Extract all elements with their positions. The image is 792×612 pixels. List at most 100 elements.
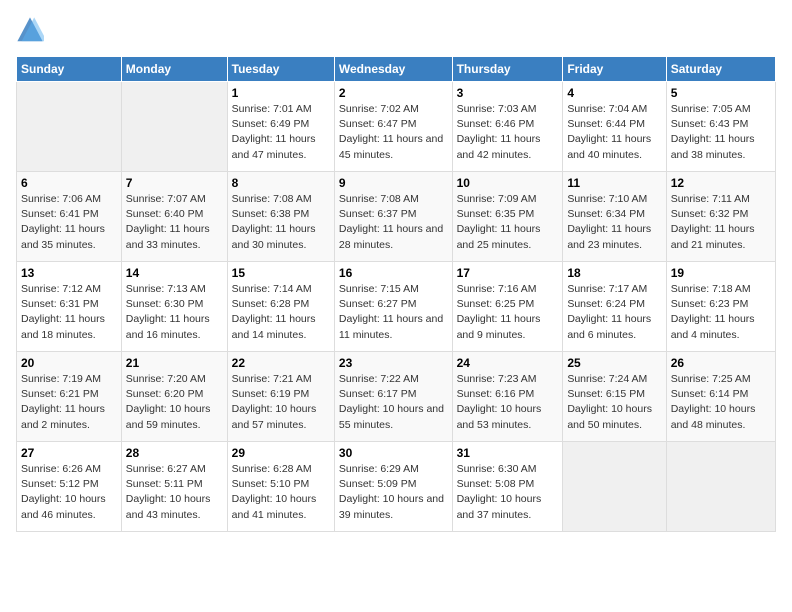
day-number: 28: [126, 446, 223, 460]
calendar-cell: 19 Sunrise: 7:18 AM Sunset: 6:23 PM Dayl…: [666, 262, 775, 352]
day-info: Sunrise: 7:21 AM Sunset: 6:19 PM Dayligh…: [232, 372, 330, 433]
week-row-2: 6 Sunrise: 7:06 AM Sunset: 6:41 PM Dayli…: [17, 172, 776, 262]
day-number: 7: [126, 176, 223, 190]
calendar-cell: 16 Sunrise: 7:15 AM Sunset: 6:27 PM Dayl…: [334, 262, 452, 352]
day-info: Sunrise: 7:02 AM Sunset: 6:47 PM Dayligh…: [339, 102, 448, 163]
calendar-cell: 22 Sunrise: 7:21 AM Sunset: 6:19 PM Dayl…: [227, 352, 334, 442]
day-info: Sunrise: 6:30 AM Sunset: 5:08 PM Dayligh…: [457, 462, 559, 523]
day-header-saturday: Saturday: [666, 57, 775, 82]
day-number: 31: [457, 446, 559, 460]
day-number: 29: [232, 446, 330, 460]
day-header-tuesday: Tuesday: [227, 57, 334, 82]
day-number: 27: [21, 446, 117, 460]
day-info: Sunrise: 7:08 AM Sunset: 6:37 PM Dayligh…: [339, 192, 448, 253]
day-number: 16: [339, 266, 448, 280]
day-info: Sunrise: 7:23 AM Sunset: 6:16 PM Dayligh…: [457, 372, 559, 433]
day-info: Sunrise: 7:13 AM Sunset: 6:30 PM Dayligh…: [126, 282, 223, 343]
calendar-cell: 17 Sunrise: 7:16 AM Sunset: 6:25 PM Dayl…: [452, 262, 563, 352]
week-row-3: 13 Sunrise: 7:12 AM Sunset: 6:31 PM Dayl…: [17, 262, 776, 352]
day-number: 14: [126, 266, 223, 280]
day-number: 5: [671, 86, 771, 100]
day-number: 22: [232, 356, 330, 370]
day-number: 9: [339, 176, 448, 190]
day-number: 15: [232, 266, 330, 280]
day-info: Sunrise: 7:01 AM Sunset: 6:49 PM Dayligh…: [232, 102, 330, 163]
day-info: Sunrise: 7:03 AM Sunset: 6:46 PM Dayligh…: [457, 102, 559, 163]
day-number: 26: [671, 356, 771, 370]
calendar-cell: 9 Sunrise: 7:08 AM Sunset: 6:37 PM Dayli…: [334, 172, 452, 262]
calendar-cell: 10 Sunrise: 7:09 AM Sunset: 6:35 PM Dayl…: [452, 172, 563, 262]
day-info: Sunrise: 7:22 AM Sunset: 6:17 PM Dayligh…: [339, 372, 448, 433]
day-info: Sunrise: 7:04 AM Sunset: 6:44 PM Dayligh…: [567, 102, 661, 163]
day-info: Sunrise: 7:20 AM Sunset: 6:20 PM Dayligh…: [126, 372, 223, 433]
calendar-cell: 2 Sunrise: 7:02 AM Sunset: 6:47 PM Dayli…: [334, 82, 452, 172]
calendar-cell: [666, 442, 775, 532]
day-info: Sunrise: 7:08 AM Sunset: 6:38 PM Dayligh…: [232, 192, 330, 253]
logo-icon: [16, 16, 44, 44]
day-info: Sunrise: 7:25 AM Sunset: 6:14 PM Dayligh…: [671, 372, 771, 433]
calendar-cell: 27 Sunrise: 6:26 AM Sunset: 5:12 PM Dayl…: [17, 442, 122, 532]
calendar-cell: 30 Sunrise: 6:29 AM Sunset: 5:09 PM Dayl…: [334, 442, 452, 532]
calendar-table: SundayMondayTuesdayWednesdayThursdayFrid…: [16, 56, 776, 532]
calendar-cell: 26 Sunrise: 7:25 AM Sunset: 6:14 PM Dayl…: [666, 352, 775, 442]
calendar-cell: 28 Sunrise: 6:27 AM Sunset: 5:11 PM Dayl…: [121, 442, 227, 532]
day-number: 17: [457, 266, 559, 280]
calendar-cell: [121, 82, 227, 172]
day-number: 13: [21, 266, 117, 280]
calendar-cell: 11 Sunrise: 7:10 AM Sunset: 6:34 PM Dayl…: [563, 172, 666, 262]
day-info: Sunrise: 7:05 AM Sunset: 6:43 PM Dayligh…: [671, 102, 771, 163]
day-number: 12: [671, 176, 771, 190]
day-number: 18: [567, 266, 661, 280]
calendar-cell: [563, 442, 666, 532]
calendar-cell: 29 Sunrise: 6:28 AM Sunset: 5:10 PM Dayl…: [227, 442, 334, 532]
day-number: 11: [567, 176, 661, 190]
day-info: Sunrise: 7:07 AM Sunset: 6:40 PM Dayligh…: [126, 192, 223, 253]
day-number: 21: [126, 356, 223, 370]
day-header-monday: Monday: [121, 57, 227, 82]
day-number: 3: [457, 86, 559, 100]
calendar-cell: 6 Sunrise: 7:06 AM Sunset: 6:41 PM Dayli…: [17, 172, 122, 262]
day-number: 23: [339, 356, 448, 370]
day-number: 30: [339, 446, 448, 460]
calendar-cell: 7 Sunrise: 7:07 AM Sunset: 6:40 PM Dayli…: [121, 172, 227, 262]
day-info: Sunrise: 7:15 AM Sunset: 6:27 PM Dayligh…: [339, 282, 448, 343]
header-row: SundayMondayTuesdayWednesdayThursdayFrid…: [17, 57, 776, 82]
week-row-1: 1 Sunrise: 7:01 AM Sunset: 6:49 PM Dayli…: [17, 82, 776, 172]
calendar-cell: 12 Sunrise: 7:11 AM Sunset: 6:32 PM Dayl…: [666, 172, 775, 262]
calendar-cell: 21 Sunrise: 7:20 AM Sunset: 6:20 PM Dayl…: [121, 352, 227, 442]
day-number: 19: [671, 266, 771, 280]
day-info: Sunrise: 7:19 AM Sunset: 6:21 PM Dayligh…: [21, 372, 117, 433]
day-info: Sunrise: 7:10 AM Sunset: 6:34 PM Dayligh…: [567, 192, 661, 253]
day-header-friday: Friday: [563, 57, 666, 82]
day-info: Sunrise: 7:24 AM Sunset: 6:15 PM Dayligh…: [567, 372, 661, 433]
calendar-cell: 23 Sunrise: 7:22 AM Sunset: 6:17 PM Dayl…: [334, 352, 452, 442]
week-row-4: 20 Sunrise: 7:19 AM Sunset: 6:21 PM Dayl…: [17, 352, 776, 442]
day-number: 20: [21, 356, 117, 370]
calendar-cell: 1 Sunrise: 7:01 AM Sunset: 6:49 PM Dayli…: [227, 82, 334, 172]
calendar-cell: 8 Sunrise: 7:08 AM Sunset: 6:38 PM Dayli…: [227, 172, 334, 262]
page-header: [16, 16, 776, 44]
day-info: Sunrise: 7:12 AM Sunset: 6:31 PM Dayligh…: [21, 282, 117, 343]
day-header-sunday: Sunday: [17, 57, 122, 82]
calendar-cell: 5 Sunrise: 7:05 AM Sunset: 6:43 PM Dayli…: [666, 82, 775, 172]
day-number: 8: [232, 176, 330, 190]
day-info: Sunrise: 6:27 AM Sunset: 5:11 PM Dayligh…: [126, 462, 223, 523]
day-info: Sunrise: 7:16 AM Sunset: 6:25 PM Dayligh…: [457, 282, 559, 343]
day-number: 4: [567, 86, 661, 100]
calendar-cell: 15 Sunrise: 7:14 AM Sunset: 6:28 PM Dayl…: [227, 262, 334, 352]
logo: [16, 16, 48, 44]
calendar-cell: 24 Sunrise: 7:23 AM Sunset: 6:16 PM Dayl…: [452, 352, 563, 442]
calendar-cell: 14 Sunrise: 7:13 AM Sunset: 6:30 PM Dayl…: [121, 262, 227, 352]
day-number: 25: [567, 356, 661, 370]
day-info: Sunrise: 6:29 AM Sunset: 5:09 PM Dayligh…: [339, 462, 448, 523]
day-info: Sunrise: 7:09 AM Sunset: 6:35 PM Dayligh…: [457, 192, 559, 253]
day-header-wednesday: Wednesday: [334, 57, 452, 82]
calendar-cell: 31 Sunrise: 6:30 AM Sunset: 5:08 PM Dayl…: [452, 442, 563, 532]
day-info: Sunrise: 6:28 AM Sunset: 5:10 PM Dayligh…: [232, 462, 330, 523]
day-info: Sunrise: 7:11 AM Sunset: 6:32 PM Dayligh…: [671, 192, 771, 253]
day-info: Sunrise: 6:26 AM Sunset: 5:12 PM Dayligh…: [21, 462, 117, 523]
calendar-cell: 3 Sunrise: 7:03 AM Sunset: 6:46 PM Dayli…: [452, 82, 563, 172]
day-info: Sunrise: 7:14 AM Sunset: 6:28 PM Dayligh…: [232, 282, 330, 343]
day-info: Sunrise: 7:17 AM Sunset: 6:24 PM Dayligh…: [567, 282, 661, 343]
day-info: Sunrise: 7:18 AM Sunset: 6:23 PM Dayligh…: [671, 282, 771, 343]
